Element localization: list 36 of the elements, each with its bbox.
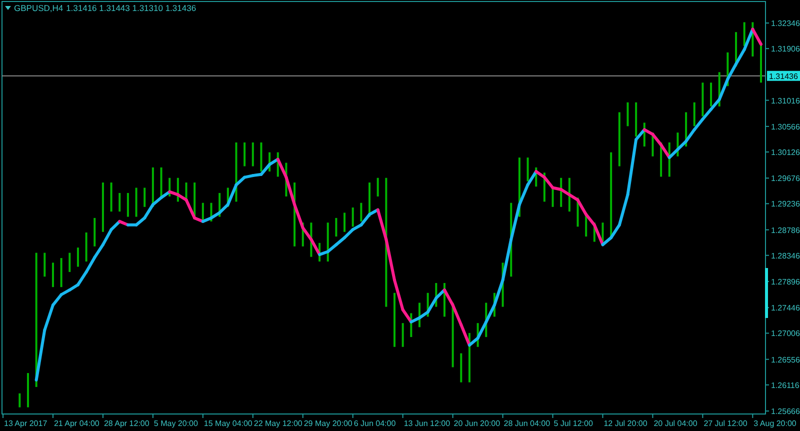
price-axis-label: 1.31016 — [771, 96, 800, 106]
time-axis-label: 5 Jul 12:00 — [554, 419, 593, 428]
price-axis-label: 1.25666 — [771, 407, 800, 416]
price-axis-label: 1.27006 — [771, 329, 800, 338]
price-axis-label: 1.32346 — [771, 19, 800, 28]
price-axis-label: 1.27446 — [771, 304, 800, 313]
symbol-label: GBPUSD,H4 — [14, 3, 64, 13]
time-axis-label: 3 Aug 20:00 — [754, 419, 796, 428]
price-axis-label: 1.28786 — [771, 226, 800, 235]
price-axis-label: 1.26556 — [771, 355, 800, 364]
dropdown-triangle-icon[interactable] — [5, 6, 11, 10]
price-axis-label: 1.27896 — [771, 278, 800, 286]
price-axis-label: 1.26116 — [771, 380, 800, 390]
time-axis-label: 22 May 12:00 — [254, 419, 302, 428]
time-axis-label: 21 Apr 04:00 — [54, 419, 100, 428]
time-axis-label: 27 Jul 12:00 — [704, 419, 748, 428]
time-axis-label: 13 Jun 12:00 — [404, 419, 450, 428]
current-price-tag: 1.31436 — [767, 70, 800, 81]
price-axis-label: 1.31906 — [771, 44, 800, 54]
time-axis-label: 6 Jun 04:00 — [354, 419, 396, 428]
time-axis-label: 12 Jul 20:00 — [604, 419, 648, 428]
price-axis-label: 1.29676 — [771, 174, 800, 184]
ohlc-values: 1.31416 1.31443 1.31310 1.31436 — [66, 3, 196, 13]
price-axis-label: 1.29236 — [771, 200, 800, 209]
time-axis-label: 20 Jul 04:00 — [654, 419, 698, 428]
time-axis-label: 28 Jun 04:00 — [504, 419, 550, 428]
price-axis-label: 1.30126 — [771, 148, 800, 157]
time-axis-label: 29 May 20:00 — [304, 419, 352, 428]
time-axis-label: 28 Apr 12:00 — [104, 419, 150, 428]
time-axis-label: 5 May 20:00 — [154, 419, 198, 428]
price-axis-label: 1.30566 — [771, 122, 800, 132]
time-axis-label: 15 May 04:00 — [204, 419, 252, 428]
price-axis-label: 1.28346 — [771, 251, 800, 260]
time-axis-label: 20 Jun 20:00 — [454, 419, 500, 428]
time-axis-label: 13 Apr 2017 — [4, 419, 48, 428]
scale-marker — [765, 268, 768, 318]
